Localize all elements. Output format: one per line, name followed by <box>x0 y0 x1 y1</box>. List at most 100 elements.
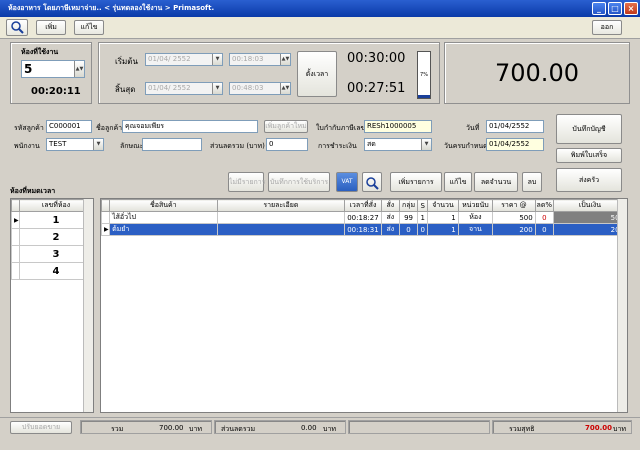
invoice-label: ใบกำกับภาษีเลขที่ <box>316 124 370 132</box>
adjust-sales-button[interactable]: ปรับยอดขาย <box>10 421 72 434</box>
col-price[interactable]: ราคา @ <box>492 199 536 212</box>
col-detail[interactable]: รายละเอียด <box>216 199 346 212</box>
expired-rooms-grid: เลขที่ห้อง ▶ 1 2 3 4 <box>10 198 94 413</box>
detail-cell <box>216 211 346 224</box>
customer-code-field[interactable]: C000001 <box>46 120 92 133</box>
room-row[interactable]: 4 <box>11 262 93 280</box>
dropdown-icon[interactable]: ▼ <box>421 139 431 150</box>
end-date-field[interactable]: 01/04/ 2552 ▼ <box>145 82 223 95</box>
col-discount[interactable]: ลด% <box>534 199 554 212</box>
net-unit: บาท <box>613 425 626 433</box>
order-cell: ส่ง <box>380 211 400 224</box>
net-value: 700.00 <box>585 424 613 432</box>
start-time-field[interactable]: 00:18:03 ▲▼ <box>229 53 291 66</box>
discount-cell: 0 <box>534 223 554 236</box>
vat-icon[interactable]: VAT <box>336 172 358 192</box>
elapsed-time: 00:20:11 <box>31 86 81 97</box>
col-group[interactable]: กลุ่ม <box>398 199 419 212</box>
spinner-icon[interactable]: ▲▼ <box>74 61 84 77</box>
minimize-button[interactable]: _ <box>592 2 606 15</box>
time-progress-bar: 7% <box>417 51 431 99</box>
due-label: วันครบกำหนด <box>444 142 488 150</box>
invoice-field[interactable]: RESh1000005 <box>364 120 432 133</box>
food-list-button[interactable]: ไม่มีรายการ <box>228 172 265 192</box>
total-label: รวม <box>111 425 124 433</box>
col-unit[interactable]: หน่วยนับ <box>457 199 494 212</box>
qty-cell: 1 <box>427 211 459 224</box>
col-amount[interactable]: เป็นเงิน <box>552 199 627 212</box>
add-customer-button[interactable]: เพิ่มลูกค้าใหม่ <box>264 120 308 133</box>
s-cell: 0 <box>417 223 429 236</box>
room-number-field[interactable]: 5 ▲▼ <box>21 60 85 78</box>
room-row[interactable]: ▶ 1 <box>11 211 93 229</box>
send-kitchen-button[interactable]: ส่งครัว <box>556 168 622 192</box>
time-panel: เริ่มต้น สิ้นสุด 01/04/ 2552 ▼ 00:18:03 ▲▼… <box>98 42 440 104</box>
add-button[interactable]: เพิ่ม <box>36 20 66 35</box>
row-indicator-header <box>11 199 20 212</box>
room-number-cell: 1 <box>19 211 93 229</box>
maximize-button[interactable]: □ <box>608 2 622 15</box>
edit-item-button[interactable]: แก้ไข <box>444 172 472 192</box>
progress-label: 7% <box>420 72 428 78</box>
rooms-scrollbar[interactable] <box>83 199 93 412</box>
detail-cell <box>216 223 346 236</box>
staff-value: TEST <box>49 140 67 148</box>
total-segment: รวม 700.00 บาท <box>80 420 212 434</box>
start-time: 00:18:03 <box>232 55 264 63</box>
edit-button[interactable]: แก้ไข <box>74 20 104 35</box>
start-date-field[interactable]: 01/04/ 2552 ▼ <box>145 53 223 66</box>
dropdown-icon[interactable]: ▼ <box>93 139 103 150</box>
row-pointer-icon: ▶ <box>11 211 20 229</box>
delete-item-button[interactable]: ลบ <box>522 172 542 192</box>
customer-name-field[interactable]: คุณจอมเพียร <box>122 120 258 133</box>
discount-label: ส่วนลดรวม (บาท) <box>210 142 265 150</box>
row-indicator <box>101 211 111 224</box>
col-product[interactable]: ชื่อสินค้า <box>109 199 218 212</box>
col-time[interactable]: เวลาที่สั่ง <box>344 199 382 212</box>
search-item-icon[interactable] <box>362 172 382 192</box>
amount-cell: 200 <box>552 223 627 236</box>
add-item-button[interactable]: เพิ่มรายการ <box>390 172 442 192</box>
col-s[interactable]: S <box>417 199 429 212</box>
room-row[interactable]: 2 <box>11 228 93 246</box>
close-button[interactable]: × <box>624 2 638 15</box>
dropdown-icon[interactable]: ▼ <box>212 54 222 65</box>
payment-field[interactable]: สด ▼ <box>364 138 432 151</box>
record-service-button[interactable]: บันทึกการใช้บริการ <box>268 172 330 192</box>
table-row[interactable]: ▶ ต้มยำ 00:18:31 ส่ง 0 0 1 จาน 200 0 200 <box>101 223 627 236</box>
save-bill-button[interactable]: บันทึกบัญชี <box>556 114 622 144</box>
discount-field[interactable]: 0 <box>266 138 308 151</box>
search-icon[interactable] <box>6 19 28 36</box>
print-receipt-button[interactable]: พิมพ์ใบเสร็จ <box>556 148 622 163</box>
room-row[interactable]: 3 <box>11 245 93 263</box>
col-qty[interactable]: จำนวน <box>427 199 459 212</box>
toolbar: เพิ่ม แก้ไข ออก <box>0 17 640 39</box>
customer-code-label: รหัสลูกค้า <box>14 124 44 132</box>
end-time: 00:48:03 <box>232 84 264 92</box>
staff-label: พนักงาน <box>14 142 40 150</box>
col-order[interactable]: สั่ง <box>380 199 400 212</box>
spinner-icon[interactable]: ▲▼ <box>280 83 290 94</box>
dropdown-icon[interactable]: ▼ <box>212 83 222 94</box>
title-bar: ห้องอาหาร โดยภาษีเหมาจ่าย.. < รุ่นทดลองใ… <box>0 0 640 17</box>
order-grid: ชื่อสินค้า รายละเอียด เวลาที่สั่ง สั่ง ก… <box>100 198 628 413</box>
table-row[interactable]: ไส้อั่วไป 00:18:27 ส่ง 99 1 1 ห้อง 500 0… <box>101 211 627 224</box>
date-field[interactable]: 01/04/2552 <box>486 120 544 133</box>
staff-field[interactable]: TEST ▼ <box>46 138 104 151</box>
reduce-item-button[interactable]: ลดจำนวน <box>474 172 518 192</box>
spinner-icon[interactable]: ▲▼ <box>280 54 290 65</box>
set-time-button[interactable]: ตั้งเวลา <box>297 51 337 97</box>
due-field[interactable]: 01/04/2552 <box>486 138 544 151</box>
time-cell: 00:18:27 <box>344 211 382 224</box>
customer-type-field[interactable] <box>142 138 202 151</box>
amount-display: 700.00 <box>495 59 579 87</box>
product-cell: ไส้อั่วไป <box>109 211 218 224</box>
qty-cell: 1 <box>427 223 459 236</box>
row-indicator-header <box>101 199 111 212</box>
end-time-field[interactable]: 00:48:03 ▲▼ <box>229 82 291 95</box>
order-scrollbar[interactable] <box>617 199 627 412</box>
room-number: 5 <box>24 62 33 76</box>
amount-panel: 700.00 <box>444 42 630 104</box>
exit-button[interactable]: ออก <box>592 20 622 35</box>
price-cell: 500 <box>492 211 536 224</box>
